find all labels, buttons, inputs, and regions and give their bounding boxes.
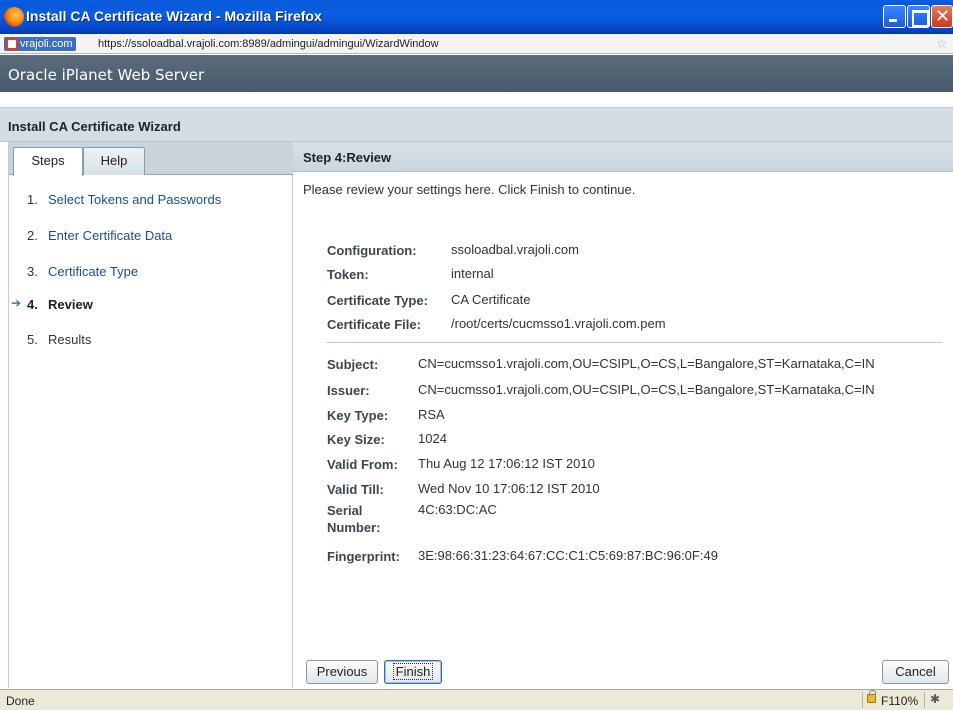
serial-label-line1: Serial [327,503,363,518]
step-header: Step 4:Review [293,142,953,172]
app-header: Oracle iPlanet Web Server [0,55,953,92]
wizard-header: Install CA Certificate Wizard [0,107,953,142]
tab-help[interactable]: Help [83,147,145,175]
current-step-arrow-icon: ➔ [11,296,22,310]
step-link[interactable]: Enter Certificate Data [48,228,172,243]
location-bar[interactable]: vrajoli.com https://ssoloadbal.vrajoli.c… [0,34,953,54]
issuer-value: CN=cucmsso1.vrajoli.com,OU=CSIPL,O=CS,L=… [418,382,875,397]
bookmark-star-icon[interactable]: ☆ [936,36,948,52]
section-divider [326,342,942,343]
config-label: Configuration: [327,243,417,258]
step-item-select-tokens[interactable]: 1. Select Tokens and Passwords [9,188,293,210]
close-window-button[interactable]: ✕ [931,5,953,28]
review-pane: Step 4:Review Please review your setting… [293,142,953,688]
config-value: ssoloadbal.vrajoli.com [451,242,579,257]
lock-icon[interactable] [867,690,876,703]
key-size-label: Key Size: [327,432,385,447]
step-item-results: 5. Results [9,328,293,350]
firefox-icon [4,7,24,27]
wizard-title: Install CA Certificate Wizard [8,119,181,134]
tab-strip: Steps Help [9,142,293,176]
cancel-button[interactable]: Cancel [882,660,949,684]
valid-from-value: Thu Aug 12 17:06:12 IST 2010 [418,456,595,471]
step-number: 2. [27,228,38,243]
step-item-review: ➔ 4. Review [9,293,293,315]
key-type-label: Key Type: [327,408,389,423]
steps-pane: Steps Help 1. Select Tokens and Password… [8,142,293,688]
step-number: 3. [27,264,38,279]
close-icon: ✕ [934,6,951,26]
valid-till-label: Valid Till: [327,482,384,497]
step-item-certificate-type[interactable]: 3. Certificate Type [9,260,293,282]
zoom-indicator[interactable]: F110% [881,694,918,708]
header-spacer [0,92,953,107]
site-identity-badge[interactable]: vrajoli.com [4,37,76,51]
finish-label: Finish [392,663,434,680]
step-number: 5. [27,332,38,347]
step-item-enter-data[interactable]: 2. Enter Certificate Data [9,224,293,246]
addon-icon[interactable]: ✱ [930,692,940,706]
step-label: Results [48,332,92,347]
valid-till-value: Wed Nov 10 17:06:12 IST 2010 [418,481,600,496]
step-label: Review [48,297,93,312]
status-divider [862,692,863,708]
fingerprint-label: Fingerprint: [327,549,400,564]
subject-label: Subject: [327,357,379,372]
cert-file-label: Certificate File: [327,317,421,332]
step-number: 1. [27,192,38,207]
tab-steps[interactable]: Steps [13,147,83,176]
cert-type-label: Certificate Type: [327,293,428,308]
window-titlebar: Install CA Certificate Wizard - Mozilla … [0,0,953,34]
status-divider [924,692,925,708]
step-title: Step 4:Review [303,150,392,165]
valid-from-label: Valid From: [327,457,398,472]
cert-type-value: CA Certificate [451,292,531,307]
key-size-value: 1024 [418,431,447,446]
token-label: Token: [327,267,369,282]
serial-value: 4C:63:DC:AC [418,502,497,517]
finish-button[interactable]: Finish [384,660,442,684]
key-type-value: RSA [418,407,445,422]
window-title: Install CA Certificate Wizard - Mozilla … [26,8,322,24]
status-text: Done [6,694,35,708]
maximize-button[interactable] [907,5,930,28]
instructions-text: Please review your settings here. Click … [303,182,636,197]
issuer-label: Issuer: [327,383,370,398]
cert-file-value: /root/certs/cucmsso1.vrajoli.com.pem [451,316,666,331]
step-link[interactable]: Certificate Type [48,264,138,279]
step-link[interactable]: Select Tokens and Passwords [48,192,221,207]
subject-value: CN=cucmsso1.vrajoli.com,OU=CSIPL,O=CS,L=… [418,356,875,371]
previous-button[interactable]: Previous [306,660,378,684]
url-field[interactable]: https://ssoloadbal.vrajoli.com:8989/admi… [98,38,439,50]
token-value: internal [451,266,494,281]
status-bar: Done F110% ✱ [0,689,953,710]
fingerprint-value: 3E:98:66:31:23:64:67:CC:C1:C5:69:87:BC:9… [418,548,718,563]
app-name: Oracle iPlanet Web Server [8,66,205,84]
step-number: 4. [27,297,38,312]
serial-label-line2: Number: [327,520,381,535]
minimize-button[interactable] [883,5,906,28]
